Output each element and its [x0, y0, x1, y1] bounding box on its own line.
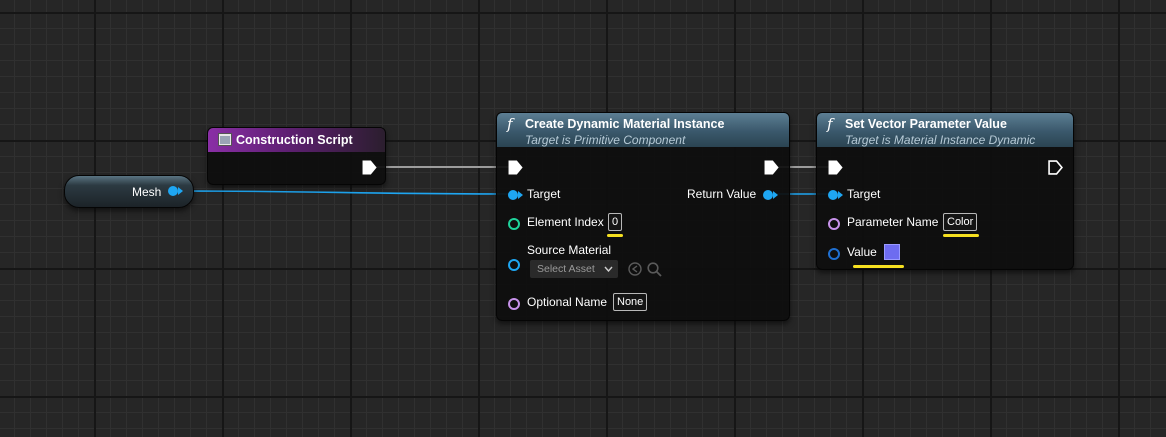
- construction-exec-out-pin-icon[interactable]: [362, 160, 377, 175]
- construction-script-header: Construction Script: [208, 128, 385, 152]
- create-exec-out-pin-icon[interactable]: [764, 160, 779, 175]
- value-color-swatch[interactable]: [884, 244, 900, 260]
- setvec-node-title: Set Vector Parameter Value: [845, 117, 1007, 131]
- function-icon: f: [827, 115, 833, 133]
- select-asset-dropdown[interactable]: Select Asset: [530, 260, 618, 278]
- value-label: Value: [847, 245, 877, 259]
- create-exec-in-pin-icon[interactable]: [508, 160, 523, 175]
- return-value-pin[interactable]: [763, 190, 773, 200]
- setvec-target-label: Target: [847, 187, 881, 201]
- parameter-name-highlight: [943, 234, 979, 237]
- event-node-icon: [218, 133, 232, 146]
- create-target-pin[interactable]: [508, 190, 518, 200]
- use-selected-asset-icon[interactable]: [628, 262, 642, 276]
- source-material-pin[interactable]: [508, 259, 520, 271]
- return-value-label: Return Value: [687, 187, 757, 201]
- select-asset-text: Select Asset: [537, 263, 595, 275]
- parameter-name-pin[interactable]: [828, 218, 840, 230]
- optional-name-pin[interactable]: [508, 298, 520, 310]
- element-index-highlight: [607, 234, 623, 237]
- mesh-variable-node[interactable]: Mesh: [64, 175, 194, 208]
- setvec-node-subtitle: Target is Material Instance Dynamic: [845, 133, 1036, 147]
- object-wire-mesh-to-target: [177, 190, 514, 195]
- setvec-exec-out-pin-icon[interactable]: [1048, 160, 1063, 175]
- parameter-name-input[interactable]: Color: [943, 213, 978, 231]
- chevron-down-icon: [604, 266, 613, 272]
- optional-name-label: Optional Name: [527, 295, 608, 309]
- construction-script-node[interactable]: Construction Script: [207, 127, 386, 185]
- create-node-header: f Create Dynamic Material Instance Targe…: [497, 113, 789, 147]
- return-pin-arrow-icon: [773, 191, 778, 199]
- element-index-input[interactable]: 0: [608, 213, 623, 231]
- source-material-label: Source Material: [527, 243, 612, 257]
- construction-script-title: Construction Script: [236, 133, 353, 147]
- create-node-subtitle: Target is Primitive Component: [525, 133, 686, 147]
- set-vector-parameter-value-node[interactable]: f Set Vector Parameter Value Target is M…: [816, 112, 1074, 270]
- target-pin-arrow-icon: [518, 191, 523, 199]
- parameter-name-label: Parameter Name: [847, 215, 939, 229]
- setvec-node-header: f Set Vector Parameter Value Target is M…: [817, 113, 1073, 147]
- setvec-target-pin[interactable]: [828, 190, 838, 200]
- setvec-exec-in-pin-icon[interactable]: [828, 160, 843, 175]
- element-index-pin[interactable]: [508, 218, 520, 230]
- setvec-target-arrow-icon: [838, 191, 843, 199]
- optional-name-input[interactable]: None: [613, 293, 648, 311]
- create-target-label: Target: [527, 187, 561, 201]
- mesh-label: Mesh: [132, 185, 162, 199]
- value-pin[interactable]: [828, 248, 840, 260]
- function-icon: f: [507, 115, 513, 133]
- mesh-output-arrow-icon: [178, 187, 183, 195]
- create-dynamic-material-instance-node[interactable]: f Create Dynamic Material Instance Targe…: [496, 112, 790, 321]
- element-index-label: Element Index: [527, 215, 604, 229]
- value-highlight: [853, 265, 904, 268]
- browse-asset-search-icon[interactable]: [647, 262, 662, 277]
- mesh-output-pin[interactable]: [168, 186, 178, 196]
- create-node-title: Create Dynamic Material Instance: [525, 117, 725, 131]
